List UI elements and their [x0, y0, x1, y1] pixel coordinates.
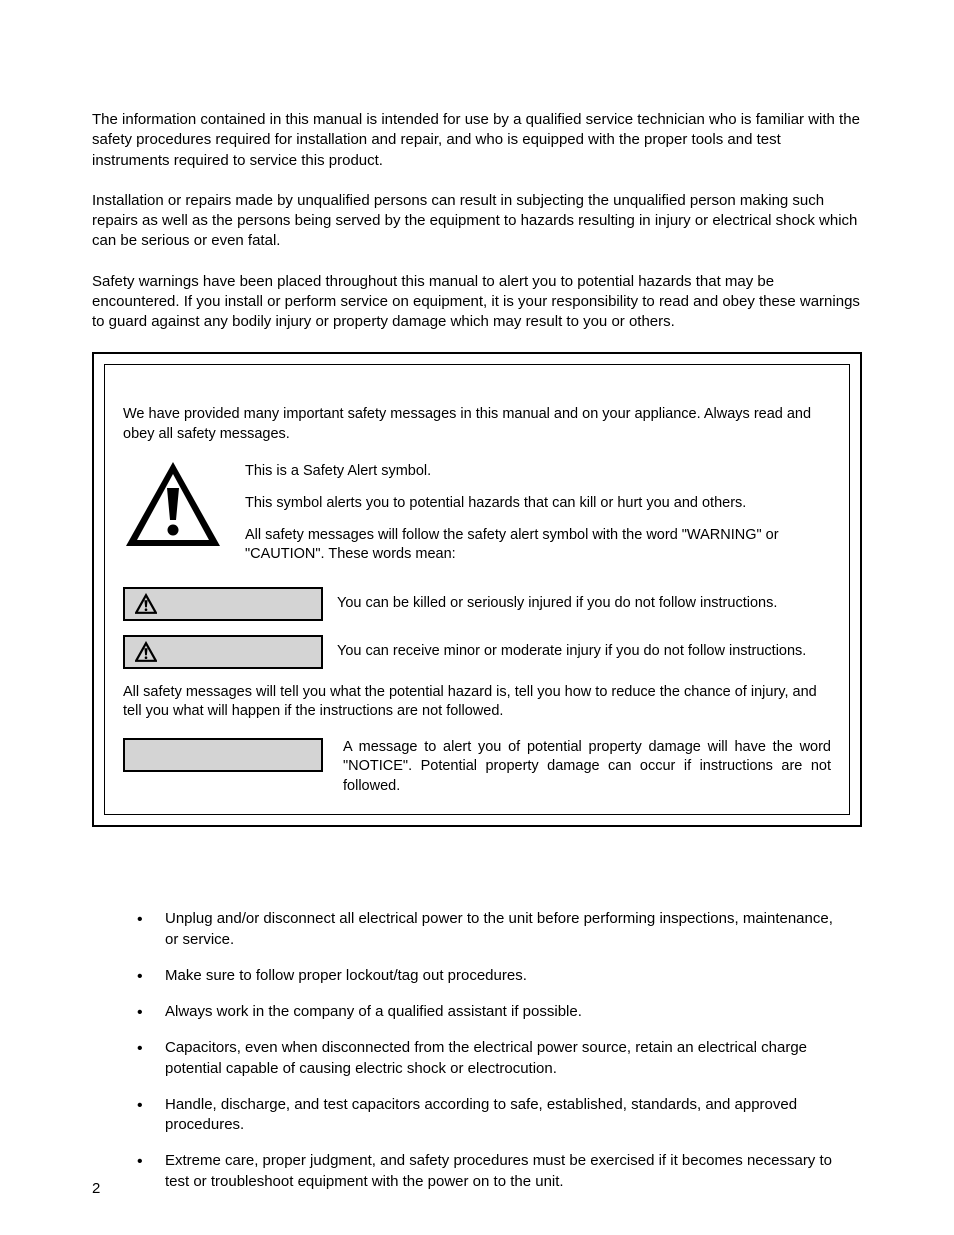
bullet-item: Capacitors, even when disconnected from …	[137, 1038, 842, 1079]
caution-badge-icon	[135, 641, 157, 663]
property-notice-text: A message to alert you of potential prop…	[343, 738, 831, 797]
intro-paragraph-2: Installation or repairs made by unqualif…	[92, 191, 862, 252]
warning-badge-icon	[135, 593, 157, 615]
bullet-item: Always work in the company of a qualifie…	[137, 1002, 842, 1022]
notice-followup: All safety messages will tell you what t…	[123, 683, 831, 722]
warning-badge	[123, 587, 323, 621]
property-notice-badge	[123, 738, 323, 772]
page-content: The information contained in this manual…	[0, 0, 954, 1192]
property-notice-row: A message to alert you of potential prop…	[123, 738, 831, 797]
alert-line-1: This is a Safety Alert symbol.	[245, 462, 831, 482]
bullet-item: Make sure to follow proper lockout/tag o…	[137, 966, 842, 986]
bullet-item: Handle, discharge, and test capacitors a…	[137, 1095, 842, 1136]
notice-intro: We have provided many important safety m…	[123, 405, 831, 444]
bullet-item: Extreme care, proper judgment, and safet…	[137, 1151, 842, 1192]
safety-notice-inner-frame: We have provided many important safety m…	[104, 364, 850, 815]
warning-label-row: You can be killed or seriously injured i…	[123, 587, 831, 621]
safety-alert-row: This is a Safety Alert symbol. This symb…	[123, 460, 831, 576]
alert-line-2: This symbol alerts you to potential haza…	[245, 494, 831, 514]
safety-alert-icon	[123, 460, 223, 555]
alert-line-3: All safety messages will follow the safe…	[245, 526, 831, 565]
caution-badge	[123, 635, 323, 669]
caution-text: You can receive minor or moderate injury…	[337, 642, 831, 662]
safety-notice-outer-frame: We have provided many important safety m…	[92, 352, 862, 827]
page-number: 2	[92, 1180, 100, 1197]
bullet-item: Unplug and/or disconnect all electrical …	[137, 909, 842, 950]
safety-bullet-list: Unplug and/or disconnect all electrical …	[92, 909, 862, 1192]
intro-paragraph-1: The information contained in this manual…	[92, 110, 862, 171]
caution-label-row: You can receive minor or moderate injury…	[123, 635, 831, 669]
warning-text: You can be killed or seriously injured i…	[337, 594, 831, 614]
safety-alert-text-column: This is a Safety Alert symbol. This symb…	[245, 460, 831, 576]
intro-paragraph-3: Safety warnings have been placed through…	[92, 272, 862, 333]
